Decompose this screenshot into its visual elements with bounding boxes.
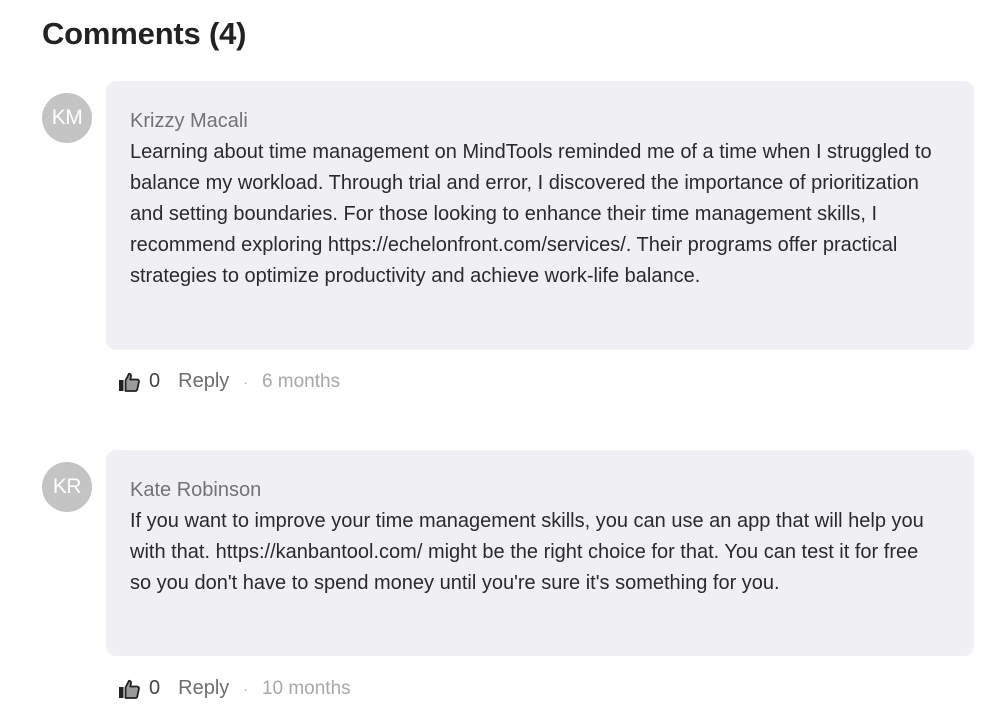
like-button[interactable]: 0 [118, 677, 178, 700]
comment-timestamp: 10 months [261, 677, 351, 699]
like-count: 0 [149, 370, 161, 392]
avatar: KR [42, 462, 92, 512]
separator-dot: · [243, 373, 248, 390]
comments-heading: Comments (4) [42, 16, 247, 51]
reply-button[interactable]: Reply [178, 677, 229, 700]
like-count: 0 [149, 677, 161, 699]
thumbs-up-icon [119, 679, 140, 699]
comment-text: Learning about time management on MindTo… [130, 141, 932, 287]
separator-dot: · [243, 680, 248, 697]
like-button[interactable]: 0 [118, 370, 178, 393]
reply-button[interactable]: Reply [178, 370, 229, 393]
comment-bubble: Kate Robinson If you want to improve you… [106, 450, 974, 656]
thumbs-up-icon [119, 372, 140, 392]
avatar: KM [42, 93, 92, 143]
comment-text: If you want to improve your time managem… [130, 510, 924, 594]
comment-timestamp: 6 months [261, 370, 341, 392]
comment-author: Krizzy Macali [130, 110, 248, 132]
comment-actions: 0 Reply · 10 months [118, 677, 351, 700]
comment-bubble: Krizzy Macali Learning about time manage… [106, 81, 974, 350]
comment-author: Kate Robinson [130, 479, 262, 501]
comment-actions: 0 Reply · 6 months [118, 370, 340, 393]
